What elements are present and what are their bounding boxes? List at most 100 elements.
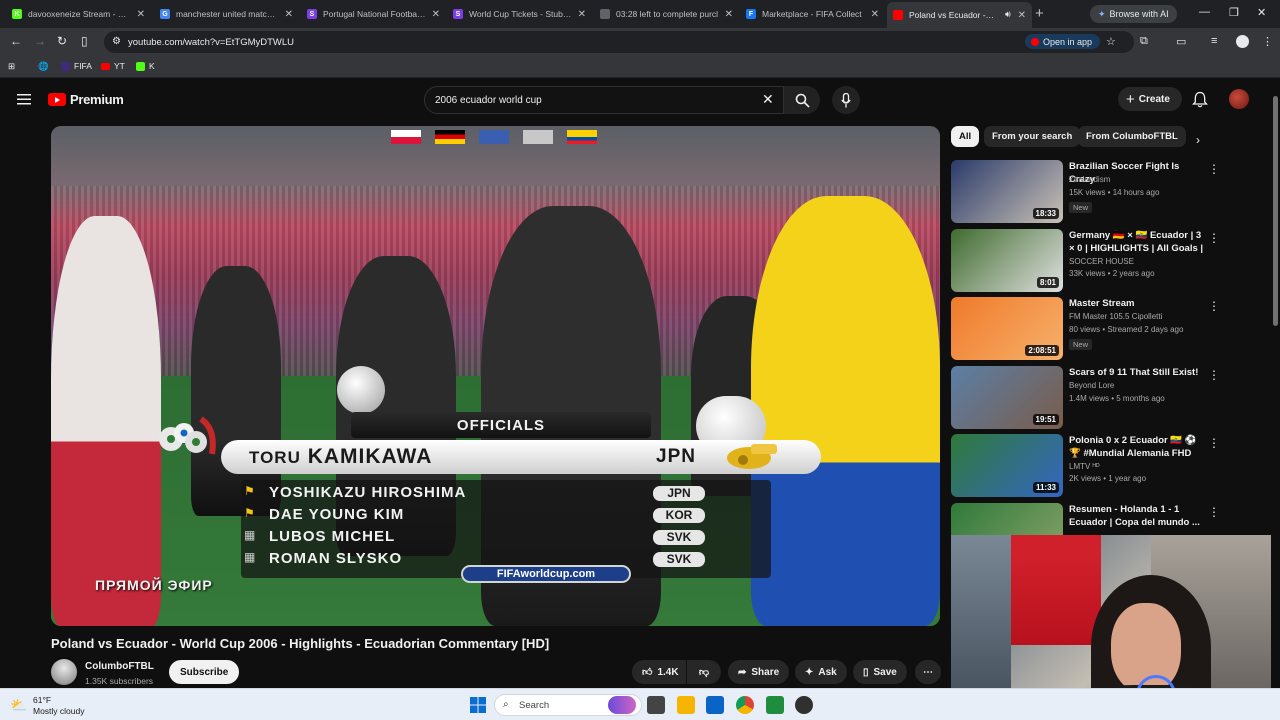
page-scrollbar-thumb[interactable] (1273, 96, 1278, 326)
user-avatar[interactable] (1229, 89, 1249, 109)
bookmark-star-icon[interactable]: ☆ (1106, 35, 1116, 48)
bookmark-globe-icon[interactable]: 🌐 (38, 61, 49, 72)
outlook-icon[interactable] (706, 696, 724, 714)
bookmark-item[interactable]: FIFA (61, 61, 92, 71)
recommendation-item[interactable]: 19:51 Scars of 9 11 That Still Exist! Beyo… (951, 366, 1221, 430)
recommendation-item[interactable]: 2:08:51 Master Stream FM Master 105.5 Cipo… (951, 297, 1221, 361)
more-options-icon[interactable]: ⋮ (1208, 299, 1220, 313)
bookmark-item[interactable]: YT (101, 61, 125, 71)
recommendation-title[interactable]: Scars of 9 11 That Still Exist! (1069, 366, 1204, 379)
obs-icon[interactable] (795, 696, 813, 714)
recommendation-item[interactable]: 11:33 Polonia 0 x 2 Ecuador 🇪🇨 ⚽ 🏆 #Mundi… (951, 434, 1221, 498)
browser-tab[interactable]: S World Cup Tickets - StubHu ✕ (447, 3, 592, 25)
more-options-icon[interactable]: ⋮ (1208, 436, 1220, 450)
save-button[interactable]: ▯ Save (853, 660, 907, 684)
recommendation-title[interactable]: Resumen - Holanda 1 - 1 Ecuador | Copa d… (1069, 503, 1204, 529)
site-info-icon[interactable]: ⚙ (112, 36, 121, 47)
chevron-right-icon[interactable]: › (1196, 133, 1200, 147)
video-thumbnail[interactable]: 11:33 (951, 434, 1063, 497)
windows-start-icon[interactable] (470, 697, 486, 713)
file-explorer-icon[interactable] (677, 696, 695, 714)
share-button[interactable]: ➦ Share (728, 660, 790, 684)
close-tab-icon[interactable]: ✕ (432, 9, 440, 20)
recommendation-channel[interactable]: Zealandism (1069, 175, 1110, 184)
more-actions-button[interactable]: ⋯ (915, 660, 941, 684)
task-view-icon[interactable] (647, 696, 665, 714)
close-tab-icon[interactable]: ✕ (725, 9, 733, 20)
ask-button[interactable]: ✦ Ask (795, 660, 847, 684)
video-thumbnail[interactable]: 2:08:51 (951, 297, 1063, 360)
close-tab-icon[interactable]: ✕ (871, 9, 879, 20)
tab-audio-icon[interactable]: 🔊︎ (1005, 9, 1011, 20)
recommendation-channel[interactable]: FM Master 105.5 Cipolletti (1069, 312, 1162, 321)
voice-search-button[interactable] (832, 86, 860, 114)
more-options-icon[interactable]: ⋮ (1208, 231, 1220, 245)
close-tab-icon[interactable]: ✕ (578, 9, 586, 20)
chip-from-your-search[interactable]: From your search (984, 126, 1081, 147)
extensions-icon[interactable]: ⧉ (1140, 35, 1148, 48)
restore-icon[interactable]: ❐ (1229, 6, 1239, 19)
forward-icon[interactable]: → (34, 34, 46, 48)
browser-tab[interactable]: Gmanchester united matches ✕ (154, 3, 299, 25)
chip-all[interactable]: All (951, 126, 980, 147)
recommendation-item[interactable]: 8:01 Germany 🇩🇪 × 🇪🇨 Ecuador | 3 × 0 | HI… (951, 229, 1221, 293)
new-tab-button[interactable]: + (1035, 5, 1044, 22)
bookmark-item[interactable]: K (136, 61, 155, 71)
channel-name[interactable]: ColumboFTBL (85, 661, 154, 672)
youtube-premium-logo[interactable]: Premium (48, 92, 124, 107)
search-button[interactable] (784, 86, 820, 114)
minimize-icon[interactable]: — (1199, 6, 1210, 18)
video-thumbnail[interactable]: 19:51 (951, 366, 1063, 429)
menu-kebab-icon[interactable]: ⋮ (1262, 35, 1273, 48)
subscribe-button[interactable]: Subscribe (169, 660, 240, 684)
weather-temperature[interactable]: 61°F (33, 695, 51, 705)
browser-tab[interactable]: F Marketplace - FIFA Collect ✕ (740, 3, 885, 25)
hamburger-menu-icon[interactable] (17, 93, 31, 105)
open-in-app-button[interactable]: Open in app (1025, 34, 1101, 49)
more-options-icon[interactable]: ⋮ (1208, 505, 1220, 519)
weather-cloud-icon[interactable]: ⛅ (10, 697, 27, 714)
recommendation-title[interactable]: Germany 🇩🇪 × 🇪🇨 Ecuador | 3 × 0 | HIGHLI… (1069, 229, 1204, 255)
video-thumbnail[interactable]: 8:01 (951, 229, 1063, 292)
weather-description[interactable]: Mostly cloudy (33, 706, 85, 716)
chrome-icon[interactable] (736, 696, 754, 714)
more-options-icon[interactable]: ⋮ (1208, 162, 1220, 176)
dislike-button[interactable]: 👎︎ (687, 660, 721, 684)
chip-from-channel[interactable]: From ColumboFTBL (1078, 126, 1186, 147)
create-button[interactable]: + Create (1118, 87, 1182, 111)
video-player[interactable]: OFFICIALS TORU KAMIKAWA JPN ⚑ ⚑ ▦ ▦ YOSH… (51, 126, 940, 626)
sidebar-icon[interactable]: ▯ (81, 34, 88, 48)
browser-tab[interactable]: Poland vs Ecuador - Wo 🔊︎ ✕ (887, 2, 1032, 28)
more-options-icon[interactable]: ⋮ (1208, 368, 1220, 382)
search-input[interactable]: 2006 ecuador world cup (424, 86, 784, 114)
back-icon[interactable]: ← (10, 34, 22, 48)
close-tab-icon[interactable]: ✕ (1018, 10, 1026, 21)
new-badge: New (1069, 339, 1093, 350)
profile-avatar[interactable] (1236, 35, 1249, 48)
recommendation-title[interactable]: Polonia 0 x 2 Ecuador 🇪🇨 ⚽ 🏆 #Mundial Al… (1069, 434, 1204, 460)
recommendation-item[interactable]: 18:33 Brazilian Soccer Fight Is Crazy Zeal… (951, 160, 1221, 224)
notifications-bell-icon[interactable] (1192, 91, 1208, 108)
address-bar[interactable]: ⚙ youtube.com/watch?v=EtTGMyDTWLU (104, 31, 1134, 53)
recommendation-channel[interactable]: LMTV ᴴᴰ (1069, 462, 1100, 471)
close-window-icon[interactable]: ✕ (1257, 6, 1266, 19)
like-button[interactable]: 👍︎ 1.4K (632, 660, 686, 684)
recommendation-title[interactable]: Master Stream (1069, 297, 1204, 310)
close-tab-icon[interactable]: ✕ (137, 9, 145, 20)
reading-list-icon[interactable]: ≡ (1211, 35, 1217, 47)
reload-icon[interactable]: ↻ (57, 34, 67, 48)
recommendation-channel[interactable]: Beyond Lore (1069, 381, 1114, 390)
apps-grid-icon[interactable]: ⊞ (8, 61, 15, 72)
browser-tab[interactable]: Kdavooxeneize Stream - Watc ✕ (6, 3, 151, 25)
browser-tab[interactable]: S Portugal National Football T ✕ (301, 3, 446, 25)
close-tab-icon[interactable]: ✕ (285, 9, 293, 20)
clear-search-icon[interactable]: ✕ (762, 91, 774, 108)
channel-avatar[interactable] (51, 659, 77, 685)
browse-with-ai-button[interactable]: ✦ Browse with AI (1090, 5, 1177, 23)
browser-tab[interactable]: 03:28 left to complete purcl ✕ (594, 3, 739, 25)
assistant-country: JPN (653, 486, 705, 501)
video-thumbnail[interactable]: 18:33 (951, 160, 1063, 223)
notepad-icon[interactable] (766, 696, 784, 714)
recommendation-channel[interactable]: SOCCER HOUSE (1069, 257, 1134, 266)
cast-icon[interactable]: ▭ (1176, 35, 1186, 48)
